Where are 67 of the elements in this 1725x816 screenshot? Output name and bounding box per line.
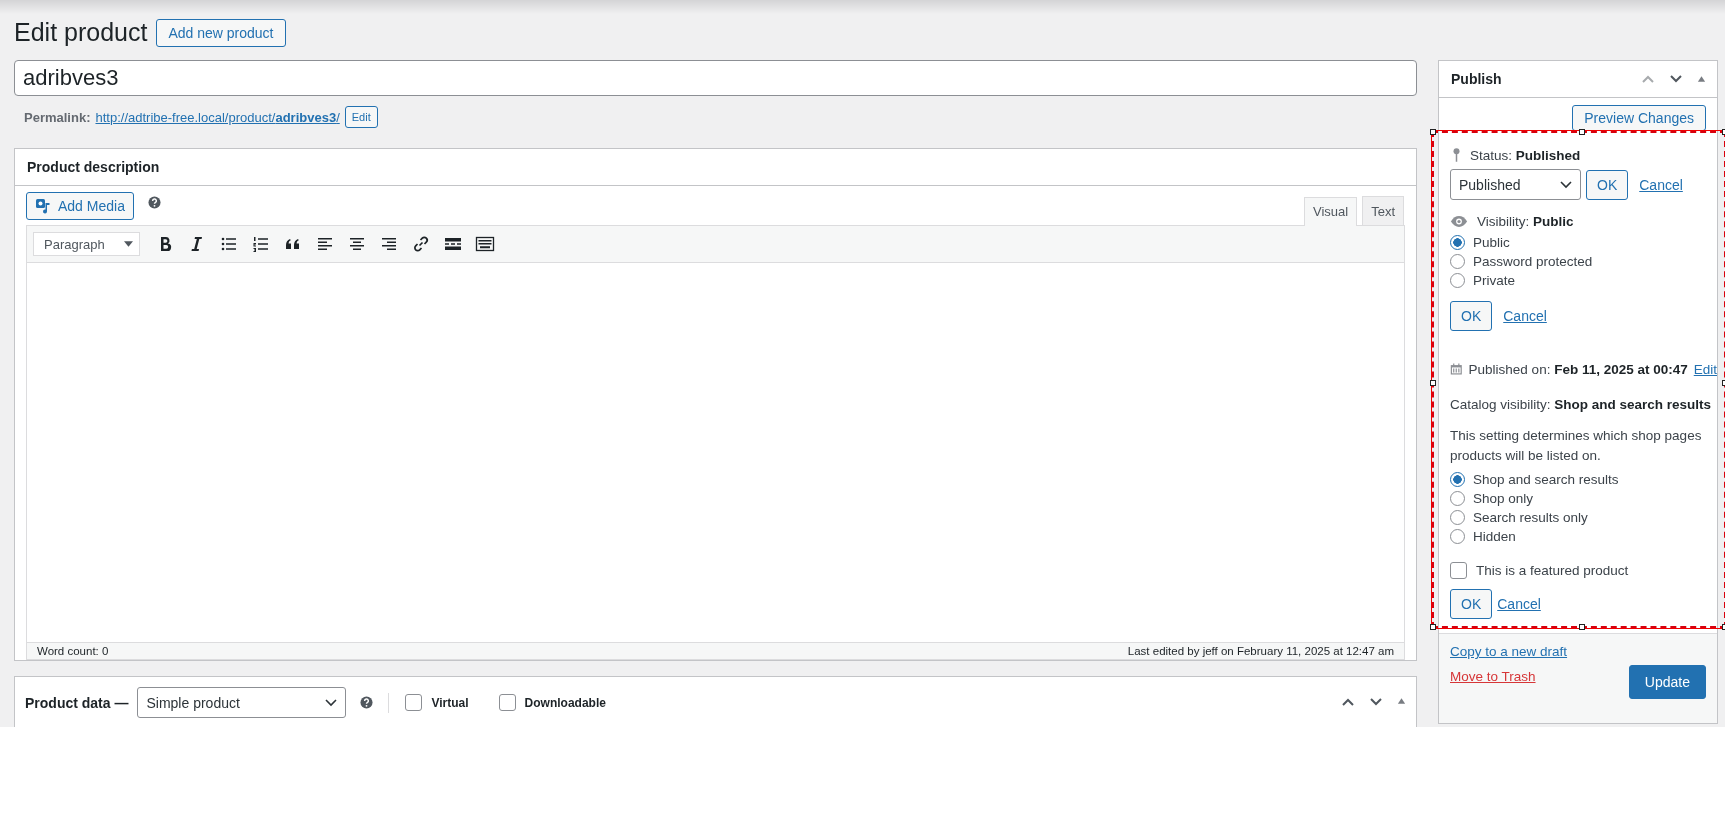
caret-icon bbox=[124, 241, 133, 247]
radio-label: Password protected bbox=[1473, 254, 1593, 269]
ok-button[interactable]: OK bbox=[1450, 301, 1493, 331]
radio-button[interactable] bbox=[1450, 273, 1465, 288]
radio-label: Search results only bbox=[1473, 510, 1588, 525]
collapse-icon[interactable] bbox=[1397, 697, 1406, 705]
radio-label: Hidden bbox=[1473, 529, 1516, 544]
radio-button[interactable] bbox=[1450, 491, 1465, 506]
editor-tab[interactable]: Text bbox=[1362, 196, 1404, 225]
help-icon[interactable] bbox=[147, 196, 161, 209]
permalink-edit-button[interactable]: Edit bbox=[344, 106, 378, 128]
copy-to-draft-link[interactable]: Copy to a new draft bbox=[1450, 644, 1568, 659]
word-count: Word count: 0 bbox=[37, 645, 109, 657]
cancel-link[interactable]: Cancel bbox=[1503, 308, 1547, 324]
calendar-icon bbox=[1450, 361, 1463, 377]
permalink-link[interactable]: http://adtribe-free.local/product/adribves3/ bbox=[95, 109, 340, 125]
radio-label: Shop and search results bbox=[1473, 472, 1619, 487]
checkbox[interactable] bbox=[498, 694, 516, 711]
ok-button[interactable]: OK bbox=[1586, 169, 1629, 200]
format-dropdown[interactable]: Paragraph bbox=[33, 232, 140, 256]
update-button[interactable]: Update bbox=[1628, 665, 1706, 699]
editor-tab[interactable]: Visual bbox=[1303, 197, 1358, 226]
radio-label: Private bbox=[1473, 273, 1516, 288]
published-on-text: Published on: Feb 11, 2025 at 00:47 bbox=[1468, 361, 1688, 377]
pin-icon bbox=[1452, 147, 1461, 163]
panel-title: Publish bbox=[1451, 71, 1502, 87]
panel-title: Product data — bbox=[25, 695, 129, 711]
status-text: Status: Published bbox=[1470, 147, 1581, 163]
ok-button[interactable]: OK bbox=[1450, 589, 1493, 619]
add-new-product-button[interactable]: Add new product bbox=[156, 18, 286, 47]
help-icon[interactable] bbox=[360, 696, 374, 709]
cancel-link[interactable]: Cancel bbox=[1639, 176, 1683, 193]
visibility-text: Visibility: Public bbox=[1477, 214, 1574, 229]
radio-button[interactable] bbox=[1450, 510, 1465, 525]
catalog-description: This setting determines which shop pages products will be listed on. bbox=[1450, 427, 1703, 465]
last-edited-note: Last edited by jeff on February 11, 2025 at 12:47 am bbox=[1127, 645, 1394, 657]
radio-button[interactable] bbox=[1450, 529, 1465, 544]
keyboard-icon[interactable] bbox=[475, 234, 495, 254]
radio-button[interactable] bbox=[1450, 472, 1465, 487]
checkbox[interactable] bbox=[405, 694, 423, 711]
move-to-trash-link[interactable]: Move to Trash bbox=[1450, 669, 1568, 684]
radio-button[interactable] bbox=[1450, 235, 1465, 250]
product-type-dropdown[interactable]: Simple product bbox=[137, 687, 347, 718]
edit-link[interactable]: Edit bbox=[1693, 361, 1717, 377]
link-icon[interactable] bbox=[411, 234, 431, 254]
preview-changes-button[interactable]: Preview Changes bbox=[1572, 105, 1706, 131]
media-icon bbox=[35, 197, 53, 215]
page-title: Edit product bbox=[14, 18, 148, 47]
cancel-link[interactable]: Cancel bbox=[1497, 596, 1541, 612]
checkbox-label: Downloadable bbox=[524, 695, 606, 710]
radio-button[interactable] bbox=[1450, 254, 1465, 269]
catalog-visibility-text: Catalog visibility: Shop and search results bbox=[1450, 397, 1712, 412]
chevron-down-icon bbox=[325, 698, 338, 707]
permalink-label: Permalink: bbox=[24, 109, 91, 125]
checkbox-label: This is a featured product bbox=[1476, 563, 1629, 578]
add-media-button[interactable]: Add Media bbox=[26, 192, 134, 220]
checkbox-label: Virtual bbox=[431, 695, 469, 710]
radio-label: Public bbox=[1473, 235, 1510, 250]
chevron-down-icon bbox=[1560, 180, 1572, 189]
checkbox[interactable] bbox=[1450, 562, 1467, 579]
collapse-icon[interactable] bbox=[1697, 75, 1706, 83]
radio-label: Shop only bbox=[1473, 491, 1534, 506]
eye-icon bbox=[1450, 215, 1468, 228]
status-dropdown[interactable]: Published bbox=[1450, 169, 1581, 200]
numbered-list-icon[interactable] bbox=[251, 234, 271, 254]
title-field[interactable]: adribves3 bbox=[14, 60, 1417, 96]
panel-title: Product description bbox=[27, 159, 160, 175]
